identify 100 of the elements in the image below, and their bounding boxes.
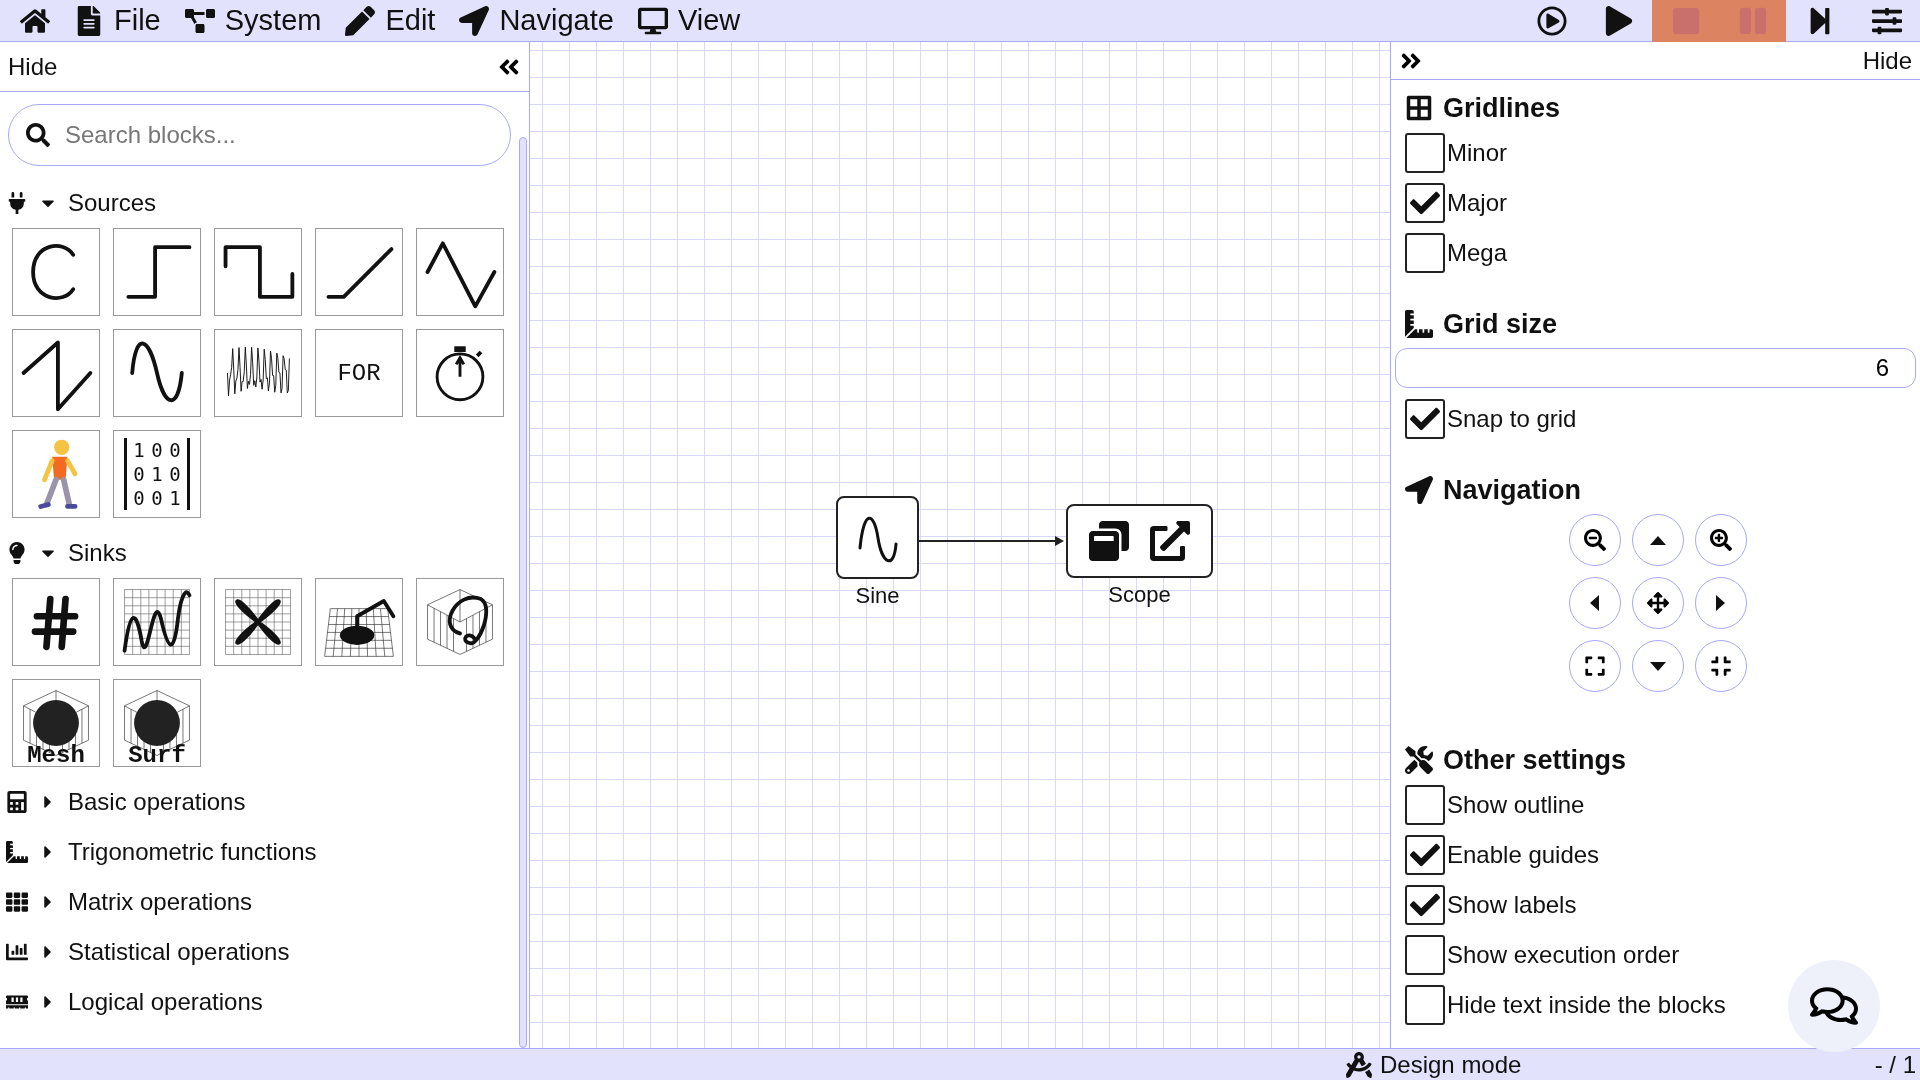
block-tile[interactable] [315,228,403,316]
section-title: Grid size [1443,308,1558,340]
block-tile[interactable] [416,578,504,666]
checkbox[interactable] [1405,233,1445,273]
tools-icon [1405,746,1433,774]
block-tile[interactable]: Surf [113,679,201,767]
checkbox[interactable] [1405,133,1445,173]
block-label: Mesh [26,744,86,766]
calculator-icon [6,791,28,813]
block-tile[interactable] [12,578,100,666]
checkbox[interactable] [1405,935,1445,975]
block-tile[interactable] [12,430,100,518]
mode-label: Design mode [1380,1050,1522,1079]
block-tile[interactable] [12,228,100,316]
checkbox[interactable] [1405,399,1445,439]
block-tile[interactable] [12,329,100,417]
checkbox-label: Snap to grid [1447,405,1577,433]
window-icon [1089,521,1129,561]
zoom-in-button[interactable] [1694,514,1747,566]
grid-icon [6,891,28,913]
block-tile[interactable] [315,578,403,666]
grid-size-field[interactable]: 6 [1395,348,1916,388]
block-tile[interactable] [214,329,302,417]
zoom-out-icon [1583,529,1606,551]
block-tile[interactable] [416,329,504,417]
lightbulb-icon [6,542,28,564]
section-title: Navigation [1443,474,1582,506]
checkbox[interactable] [1405,183,1445,223]
zoom-in-icon [1709,529,1732,551]
menu-item[interactable]: Edit [335,0,450,42]
checkbox[interactable] [1405,985,1445,1025]
compass-icon [1346,1051,1372,1078]
run-icon [1536,5,1567,36]
expand-button[interactable] [1568,640,1621,692]
scope-block[interactable] [1066,504,1213,578]
checkbox-label: Enable guides [1447,841,1600,869]
category-header[interactable]: Sinks [68,539,127,567]
category-header[interactable]: Trigonometric functions [68,838,317,866]
menu-item[interactable]: System [174,0,336,42]
checkbox-label: Show outline [1447,791,1585,819]
checkbox[interactable] [1405,835,1445,875]
block-tile[interactable]: FOR [315,329,403,417]
hide-label: Hide [1862,46,1912,75]
search-field[interactable]: Search blocks... [8,104,511,166]
menu-item[interactable]: Navigate [449,0,628,42]
block-tile[interactable] [113,228,201,316]
zoom-out-button[interactable] [1568,514,1621,566]
caret-down-icon [1649,661,1666,671]
checkbox[interactable] [1405,785,1445,825]
sliders-icon [1871,5,1902,36]
checkbox-label: Hide text inside the blocks [1447,991,1726,1019]
category-header[interactable]: Matrix operations [68,888,253,916]
caret-up-button[interactable] [1631,514,1684,566]
external-link-icon [1150,521,1190,561]
pencil-icon [345,5,376,36]
expand-icon [1583,655,1606,677]
ruler-icon [1405,310,1433,338]
caret-down-button[interactable] [1631,640,1684,692]
caret-right-icon [1716,595,1725,611]
menu-item[interactable]: View [627,0,755,42]
grid-icon [1405,94,1433,122]
block-tile[interactable] [113,578,201,666]
compress-icon [1709,655,1732,677]
sine-block[interactable] [836,496,919,579]
menu-item[interactable]: File [64,0,175,42]
compress-button[interactable] [1694,640,1747,692]
section-title: Gridlines [1443,92,1561,124]
checkbox[interactable] [1405,885,1445,925]
hide-label: Hide [8,52,58,81]
block-tile[interactable]: 1 0 0 0 1 0 0 0 1 [113,430,201,518]
for-label: FOR [337,359,381,387]
ruler-icon [6,841,28,863]
block-label: Surf [127,744,187,766]
move-button[interactable] [1631,577,1684,629]
category-header[interactable]: Basic operations [68,788,246,816]
monitor-icon [637,5,668,36]
search-icon [26,123,50,147]
block-tile[interactable] [416,228,504,316]
caret-left-button[interactable] [1568,577,1621,629]
category-header[interactable]: Statistical operations [68,938,290,966]
scrollbar[interactable] [519,137,527,1048]
checkbox-label: Show labels [1447,891,1577,919]
block-tile[interactable] [113,329,201,417]
block-label: Scope [1108,582,1171,608]
block-tile[interactable] [214,578,302,666]
checkbox-label: Major [1447,189,1507,217]
category-header[interactable]: Logical operations [68,988,263,1016]
checkbox-label: Show execution order [1447,941,1680,969]
identity-matrix: 1 0 0 0 1 0 0 0 1 [124,438,190,510]
block-tile[interactable]: Mesh [12,679,100,767]
page-counter: - / 1 [1874,1050,1917,1079]
block-label: Sine [855,583,900,609]
category-header[interactable]: Sources [68,189,157,217]
block-tile[interactable] [214,228,302,316]
caret-right-button[interactable] [1694,577,1747,629]
caret-up-icon [1649,535,1666,545]
play-icon [1603,5,1634,36]
section-title: Other settings [1443,744,1627,776]
arrow-icon [459,5,490,36]
checkbox-label: Mega [1447,239,1508,267]
